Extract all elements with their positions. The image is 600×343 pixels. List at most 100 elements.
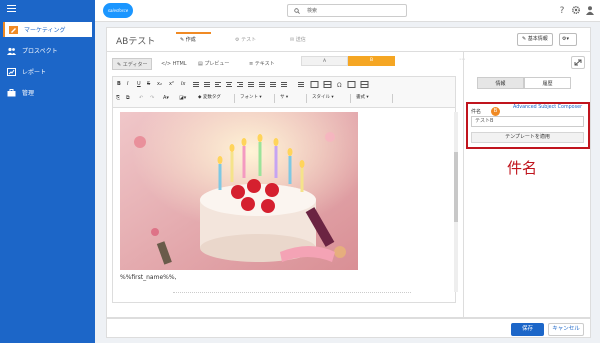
subscript-button[interactable]: x₂ [157,80,162,89]
format-select-value: 書式 [356,95,365,100]
sidebar-item-prospects[interactable]: プロスペクト [3,43,92,58]
email-body-editor[interactable]: %%first_name%%, [112,108,456,303]
tab-label: 送信 [295,37,306,43]
sidebar-item-label: マーケティング [24,27,66,34]
basic-info-button[interactable]: ✎ 基本情報 [517,33,553,46]
svg-text:Ω: Ω [337,82,342,88]
clear-format-button[interactable]: Ix [181,80,185,89]
active-tab-indicator [176,32,211,34]
tab-preview[interactable]: ▤ プレビュー [194,58,233,70]
tab-send[interactable]: ✉ 送信 [290,36,306,43]
pencil-icon [9,25,18,34]
main-area: ABテスト ✎ 作成 ⚙ テスト ✉ 送信 ✎ 基本情報 ⚙▾ ✎ エディター … [95,22,600,343]
sidebar-item-label: プロスペクト [22,48,58,55]
tab-label: エディター [122,62,148,68]
bold-button[interactable]: B [117,80,121,89]
font-select[interactable]: フォント ▾ [237,94,275,103]
list-and-align-icons: Ω [193,81,369,88]
text-placeholder-line [173,292,411,293]
text-color-icon[interactable]: A▾ [163,94,169,103]
tab-html[interactable]: </> HTML [157,58,191,70]
tab-info[interactable]: 情報 [477,77,524,89]
apply-template-button[interactable]: テンプレートを適用 [471,132,584,143]
background-color-icon[interactable]: ◪▾ [179,94,186,103]
search-input[interactable]: 検索 [287,4,407,17]
style-select-value: スタイル [312,95,330,100]
birthday-cake-image [120,112,358,270]
people-icon [7,47,16,55]
toolbar-icon-row: Ω [193,81,369,88]
tab-create[interactable]: ✎ 作成 [180,36,196,43]
search-placeholder: 検索 [307,8,318,14]
pardot-logo: salesforce pardot [103,3,133,28]
expand-button[interactable] [571,56,585,69]
gear-icon[interactable] [571,5,581,15]
footer-bar: 保存 キャンセル [106,318,591,338]
sidebar-item-reports[interactable]: レポート [3,64,92,79]
svg-text:?: ? [560,6,565,15]
redo-icon[interactable]: ↷ [150,94,154,103]
subject-label: 件名 [471,109,482,115]
variant-badge: B [491,107,500,116]
variant-b-button[interactable]: B [348,56,395,66]
variable-tag-label: 変数タグ [202,95,221,100]
sidebar-item-marketing[interactable]: マーケティング [3,22,92,37]
tab-label: プレビュー [204,61,230,67]
help-icon[interactable]: ? [557,5,567,15]
copy-icon[interactable]: ⧉ [126,94,130,103]
top-bar: salesforce pardot 検索 ? [95,0,600,28]
undo-icon[interactable]: ↶ [139,94,143,103]
style-select[interactable]: スタイル ▾ [309,94,351,103]
tab-test[interactable]: ⚙ テスト [235,36,256,43]
basic-info-label: 基本情報 [527,36,548,42]
paste-icon[interactable]: ⎘ [116,94,120,103]
user-icon[interactable] [585,5,595,15]
search-icon [294,8,300,14]
editor-scrollbar[interactable] [454,112,458,292]
tab-label: HTML [172,61,187,67]
variant-a-button[interactable]: A [301,56,348,66]
gear-icon: ⚙ [235,37,240,43]
sidebar-item-label: 管理 [22,90,35,97]
cancel-button[interactable]: キャンセル [548,323,584,336]
save-button[interactable]: 保存 [511,323,544,336]
chart-icon [7,67,16,76]
italic-button[interactable]: I [127,80,128,89]
strike-button[interactable]: S [147,80,150,89]
sidebar-item-label: レポート [22,69,47,76]
size-select[interactable]: サ ▾ [277,94,307,103]
sidebar: マーケティング プロスペクト レポート 管理 [0,0,95,343]
right-panel: 情報 履歴 件名 B Advanced Subject Composer テスト… [463,52,590,317]
tab-label: テキスト [254,61,275,67]
subject-input[interactable]: テストB [471,116,584,127]
format-select[interactable]: 書式 ▾ [353,94,393,103]
code-icon: </> [161,61,172,67]
tab-label: 作成 [185,37,196,43]
subject-highlight-box: 件名 B Advanced Subject Composer テストB テンプレ… [466,102,590,149]
send-icon: ✉ [290,37,295,43]
variable-tag-button[interactable]: ◆ 変数タグ [195,94,235,103]
scrollbar-thumb[interactable] [454,152,458,222]
superscript-button[interactable]: x² [169,80,174,89]
greeting-text: %%first_name%%, [120,274,177,281]
email-editor-panel: ✎ エディター </> HTML ▤ プレビュー ≡ テキスト A B ⋯ B … [106,51,591,318]
font-select-value: フォント [240,95,258,100]
edit-icon: ✎ [180,37,185,43]
underline-button[interactable]: U [137,80,141,89]
tab-history[interactable]: 履歴 [524,77,571,89]
pencil-icon: ✎ [522,36,527,42]
size-select-value: サ [280,95,285,100]
edit-icon: ✎ [117,62,122,68]
tab-editor[interactable]: ✎ エディター [112,58,153,70]
tab-label: テスト [241,37,257,43]
settings-dropdown-button[interactable]: ⚙▾ [559,33,577,46]
tab-text[interactable]: ≡ テキスト [245,58,279,70]
editor-tabs: ✎ エディター </> HTML ▤ プレビュー ≡ テキスト [112,58,455,70]
text-icon: ≡ [249,61,254,67]
menu-icon[interactable] [7,5,16,12]
page-title: ABテスト [116,37,156,47]
editor-toolbar: B I U S x₂ x² Ix Ω ⎘ ⧉ ↶ ↷ A▾ ◪▾ ◆ 変数タグ … [112,76,456,108]
sidebar-item-admin[interactable]: 管理 [3,85,92,100]
advanced-subject-composer-link[interactable]: Advanced Subject Composer [513,105,582,110]
tag-icon: ◆ [198,95,202,100]
